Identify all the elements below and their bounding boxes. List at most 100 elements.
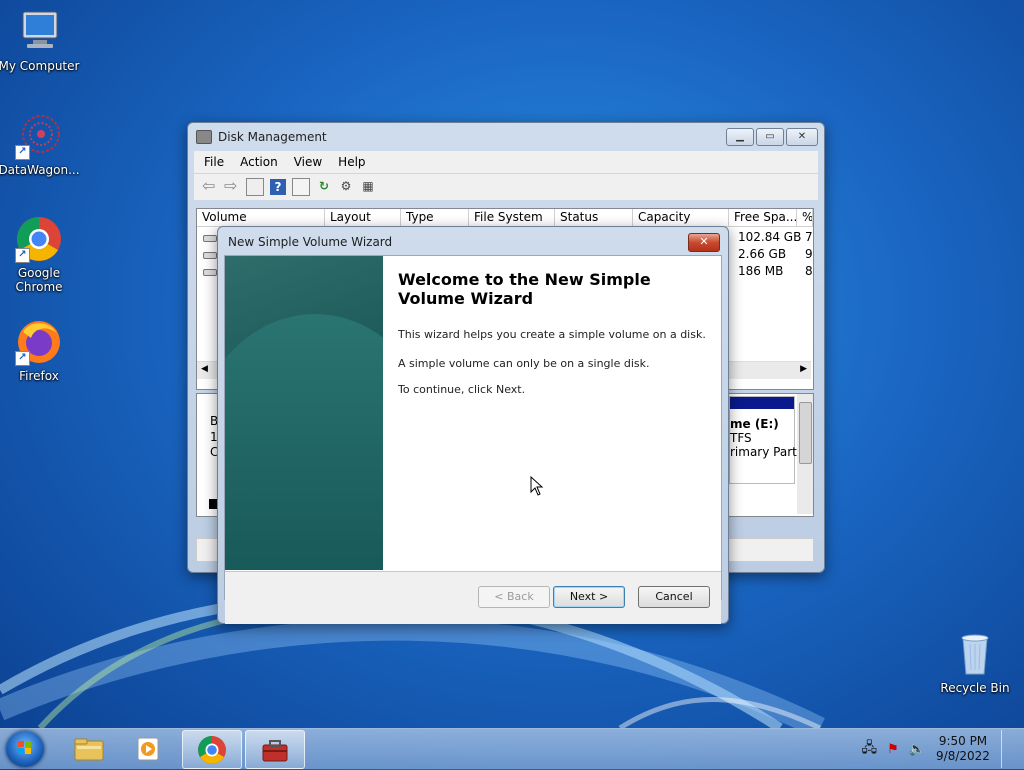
desktop-icon-label: My Computer xyxy=(0,59,80,73)
next-button[interactable]: Next > xyxy=(553,586,625,608)
firefox-icon: ↗ xyxy=(15,318,63,366)
menu-action[interactable]: Action xyxy=(240,155,278,169)
system-tray: 🖧 ⚑ 🔈 9:50 PM 9/8/2022 xyxy=(862,729,1014,769)
wizard-paragraph-1: This wizard helps you create a simple vo… xyxy=(398,328,706,341)
shortcut-arrow-icon: ↗ xyxy=(15,248,30,263)
desktop-icon-label: Recycle Bin xyxy=(940,681,1010,695)
back-button[interactable]: < Back xyxy=(478,586,550,608)
wizard-heading: Welcome to the New Simple Volume Wizard xyxy=(398,270,678,308)
folder-icon xyxy=(74,738,104,760)
wizard-heading-line1: Welcome to the New Simple xyxy=(398,270,651,289)
toolbox-icon xyxy=(262,739,288,761)
vertical-scrollbar[interactable] xyxy=(797,394,813,514)
partition-fs: TFS xyxy=(730,431,752,445)
clock[interactable]: 9:50 PM 9/8/2022 xyxy=(935,734,991,764)
maximize-button[interactable]: ▭ xyxy=(756,128,784,146)
taskbar-chrome[interactable] xyxy=(182,730,242,769)
rescan-icon[interactable]: ▦ xyxy=(360,179,376,195)
col-layout[interactable]: Layout xyxy=(325,209,401,226)
clock-date: 9/8/2022 xyxy=(936,749,990,763)
desktop-icon-my-computer[interactable]: My Computer xyxy=(0,8,81,73)
wizard-heading-line2: Volume Wizard xyxy=(398,289,534,308)
windows-logo-icon xyxy=(18,741,31,754)
col-volume[interactable]: Volume xyxy=(197,209,325,226)
percent-cell: 70 xyxy=(805,230,813,244)
properties-icon[interactable] xyxy=(292,178,310,196)
wizard-paragraph-2: A simple volume can only be on a single … xyxy=(398,357,650,370)
taskbar-disk-management[interactable] xyxy=(245,730,305,769)
drive-icon xyxy=(203,252,217,259)
volume-icon[interactable]: 🔈 xyxy=(909,742,925,757)
menu-bar: File Action View Help xyxy=(194,151,818,173)
minimize-button[interactable]: ▁ xyxy=(726,128,754,146)
cancel-button[interactable]: Cancel xyxy=(638,586,710,608)
wizard-title-bar: New Simple Volume Wizard ✕ xyxy=(218,227,728,257)
free-space-cell: 102.84 GB xyxy=(738,230,802,244)
col-file-system[interactable]: File System xyxy=(469,209,555,226)
col-free-space[interactable]: Free Spa... xyxy=(729,209,797,226)
col-type[interactable]: Type xyxy=(401,209,469,226)
partition-header-bar xyxy=(730,397,794,409)
wizard-footer: < Back Next > Cancel xyxy=(225,571,721,624)
chrome-icon xyxy=(198,735,226,764)
chrome-icon: ↗ xyxy=(15,215,63,263)
menu-help[interactable]: Help xyxy=(338,155,365,169)
disk-management-icon xyxy=(196,130,212,144)
console-tree-icon[interactable] xyxy=(246,178,264,196)
refresh-icon[interactable]: ↻ xyxy=(316,179,332,195)
forward-arrow-icon[interactable]: ⇨ xyxy=(224,178,240,195)
free-space-cell: 186 MB xyxy=(738,264,784,278)
wizard-paragraph-3: To continue, click Next. xyxy=(398,383,526,396)
settings-icon[interactable]: ⚙ xyxy=(338,179,354,195)
datawagon-icon: ↗ xyxy=(15,112,63,160)
close-button[interactable]: ✕ xyxy=(786,128,818,146)
start-button[interactable] xyxy=(6,731,44,767)
desktop-icon-label: DataWagon... xyxy=(0,163,80,177)
back-arrow-icon[interactable]: ⇦ xyxy=(202,178,218,195)
recycle-bin-icon xyxy=(951,630,999,678)
shortcut-arrow-icon: ↗ xyxy=(15,351,30,366)
wizard-side-curve xyxy=(225,314,383,570)
col-capacity[interactable]: Capacity xyxy=(633,209,729,226)
menu-view[interactable]: View xyxy=(294,155,322,169)
column-headers: Volume Layout Type File System Status Ca… xyxy=(197,209,813,227)
shortcut-arrow-icon: ↗ xyxy=(15,145,30,160)
taskbar-media-player[interactable] xyxy=(120,730,178,767)
taskbar-explorer[interactable] xyxy=(60,730,118,767)
partition-block-e[interactable]: me (E:) TFS rimary Part xyxy=(729,396,797,484)
desktop-icon-label: Google Chrome xyxy=(15,266,63,294)
action-center-flag-icon[interactable]: ⚑ xyxy=(887,742,899,757)
desktop-icon-recycle-bin[interactable]: Recycle Bin xyxy=(933,630,1017,695)
mouse-cursor-icon xyxy=(530,476,544,496)
wizard-close-button[interactable]: ✕ xyxy=(688,232,720,252)
partition-type: rimary Part xyxy=(730,445,797,459)
help-icon[interactable]: ? xyxy=(270,179,286,195)
scroll-thumb[interactable] xyxy=(799,402,812,464)
wizard-content: Welcome to the New Simple Volume Wizard … xyxy=(387,256,721,570)
wizard-title: New Simple Volume Wizard xyxy=(228,235,393,249)
network-icon[interactable]: 🖧 xyxy=(862,737,878,761)
free-space-cell: 2.66 GB xyxy=(738,247,787,261)
new-simple-volume-wizard-dialog: New Simple Volume Wizard ✕ Welcome to th… xyxy=(217,226,729,624)
clock-time: 9:50 PM xyxy=(938,734,988,748)
desktop-icon-google-chrome[interactable]: ↗ Google Chrome xyxy=(0,215,81,294)
scroll-left-icon[interactable]: ◀ xyxy=(201,364,208,374)
scroll-right-icon[interactable]: ▶ xyxy=(800,364,807,374)
window-title: Disk Management xyxy=(218,130,327,144)
desktop-icon-firefox[interactable]: ↗ Firefox xyxy=(0,318,81,383)
percent-cell: 98 xyxy=(805,247,813,261)
drive-icon xyxy=(203,235,217,242)
wizard-body: Welcome to the New Simple Volume Wizard … xyxy=(224,255,722,624)
show-desktop-button[interactable] xyxy=(1001,730,1014,768)
desktop-icon-datawagon[interactable]: ↗ DataWagon... xyxy=(0,112,81,177)
title-bar: Disk Management ▁ ▭ ✕ xyxy=(188,123,824,151)
col-percent[interactable]: % xyxy=(797,209,813,226)
taskbar: 🖧 ⚑ 🔈 9:50 PM 9/8/2022 xyxy=(0,728,1024,769)
partition-name: me (E:) xyxy=(730,417,779,431)
col-status[interactable]: Status xyxy=(555,209,633,226)
menu-file[interactable]: File xyxy=(204,155,224,169)
wizard-side-panel xyxy=(225,256,383,570)
percent-cell: 80 xyxy=(805,264,813,278)
toolbar: ⇦ ⇨ ? ↻ ⚙ ▦ xyxy=(194,173,818,200)
drive-icon xyxy=(203,269,217,276)
